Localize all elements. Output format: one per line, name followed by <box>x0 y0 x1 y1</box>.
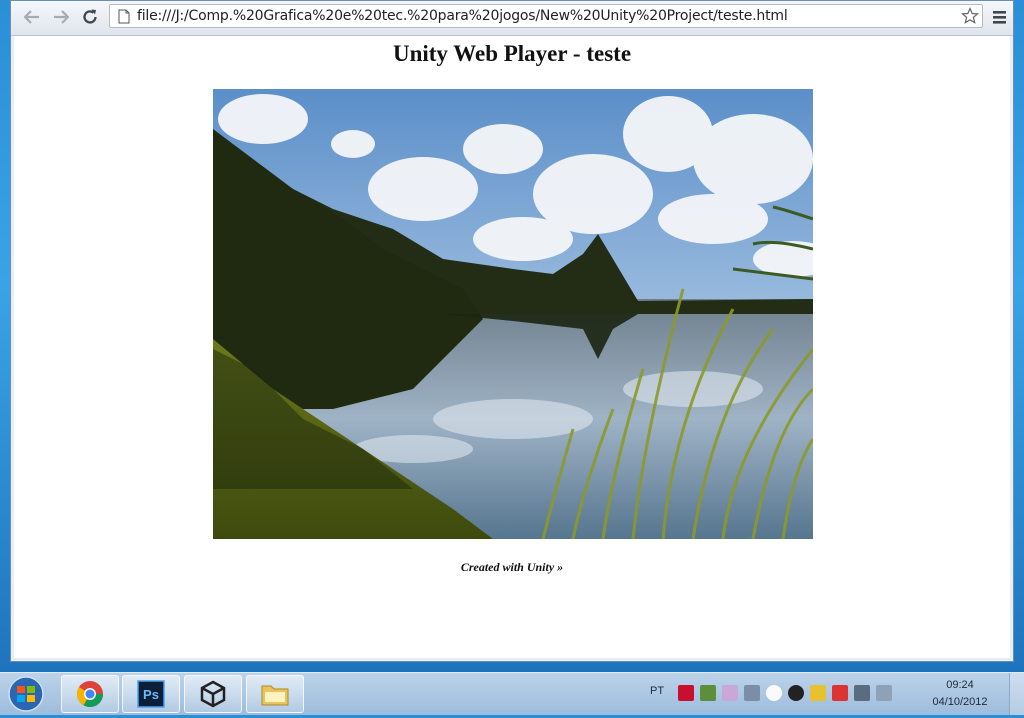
volume-icon[interactable] <box>876 685 892 701</box>
star-icon[interactable] <box>961 7 979 25</box>
windows-logo-icon <box>8 676 44 712</box>
arrow-left-icon <box>24 10 39 24</box>
ccleaner-tray-icon[interactable] <box>722 685 738 701</box>
flag-tray-icon[interactable] <box>832 685 848 701</box>
page-icon <box>118 9 130 24</box>
page-title: Unity Web Player - teste <box>392 41 632 66</box>
language-indicator[interactable]: PT <box>650 685 664 697</box>
clock-date: 04/10/2012 <box>932 696 988 708</box>
security-tray-icon[interactable] <box>700 685 716 701</box>
browser-window: file:///J:/Comp.%20Grafica%20e%20tec.%20… <box>10 0 1014 662</box>
address-bar[interactable]: file:///J:/Comp.%20Grafica%20e%20tec.%20… <box>109 4 983 28</box>
system-tray <box>678 685 892 701</box>
dots-tray-icon[interactable] <box>788 685 804 701</box>
lock-tray-icon[interactable] <box>810 685 826 701</box>
forward-button[interactable] <box>48 5 74 29</box>
show-desktop-button[interactable] <box>1009 673 1024 715</box>
folder-icon <box>261 685 289 706</box>
network-tray-icon[interactable] <box>854 685 870 701</box>
page-content: Unity Web Player - teste Created with Un… <box>14 36 1010 658</box>
reload-button[interactable] <box>77 5 103 29</box>
clock-time: 09:24 <box>946 679 974 691</box>
url-text[interactable]: file:///J:/Comp.%20Grafica%20e%20tec.%20… <box>137 8 788 24</box>
photoshop-icon: Ps <box>137 680 165 708</box>
taskbar-unity[interactable] <box>184 675 242 713</box>
unity-icon <box>200 680 226 708</box>
panda-tray-icon[interactable] <box>766 685 782 701</box>
hamburger-menu-icon[interactable] <box>991 7 1009 27</box>
back-button[interactable] <box>19 5 45 29</box>
arrow-right-icon <box>54 10 69 24</box>
chrome-icon <box>76 681 104 708</box>
tool-tray-icon[interactable] <box>744 685 760 701</box>
unity-scene-render[interactable] <box>213 89 813 539</box>
reload-icon <box>83 9 97 24</box>
windows-taskbar: Ps PT 09:24 04/10/2012 <box>0 672 1024 715</box>
svg-text:Ps: Ps <box>143 687 159 702</box>
unity-player[interactable] <box>213 89 813 539</box>
taskbar-chrome[interactable] <box>61 675 119 713</box>
adobe-tray-icon[interactable] <box>678 685 694 701</box>
taskbar-explorer[interactable] <box>246 675 304 713</box>
clock[interactable]: 09:24 04/10/2012 <box>920 677 1000 711</box>
start-button[interactable] <box>6 675 46 713</box>
created-with-unity-link[interactable]: Created with Unity » <box>14 560 1010 575</box>
browser-toolbar: file:///J:/Comp.%20Grafica%20e%20tec.%20… <box>11 1 1013 36</box>
taskbar-photoshop[interactable]: Ps <box>122 675 180 713</box>
